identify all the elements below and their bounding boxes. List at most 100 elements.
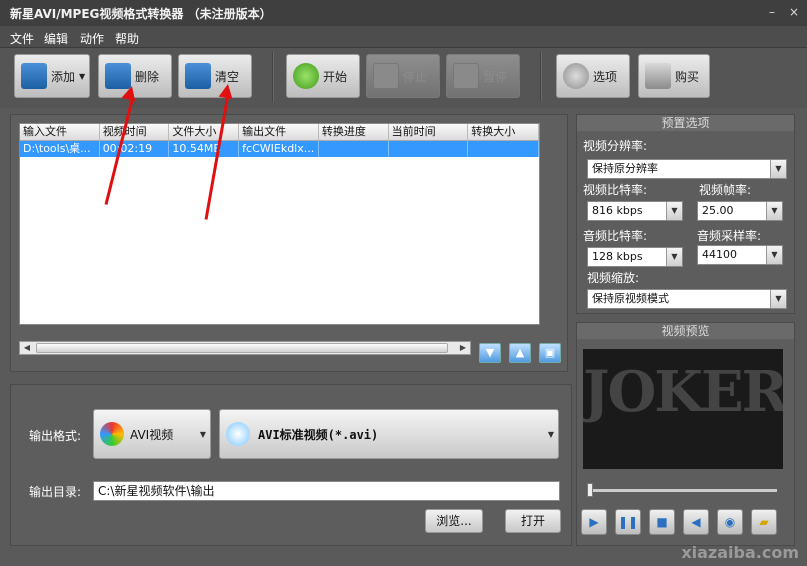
column-header[interactable]: 转换进度 bbox=[319, 124, 389, 140]
cell-video-time: 00:02:19 bbox=[100, 141, 170, 157]
chevron-down-icon: ▼ bbox=[770, 290, 786, 308]
cell-input-file: D:\tools\桌... bbox=[20, 141, 100, 157]
video-bitrate-select[interactable]: 816 kbps ▼ bbox=[587, 201, 683, 221]
resolution-select[interactable]: 保持原分辨率 ▼ bbox=[587, 159, 787, 179]
film-add-icon bbox=[21, 63, 47, 89]
volume-button[interactable]: ◀ bbox=[683, 509, 709, 535]
video-bitrate-label: 视频比特率: bbox=[583, 183, 648, 197]
samplerate-label: 音频采样率: bbox=[697, 229, 762, 243]
framerate-value: 25.00 bbox=[702, 204, 734, 217]
annotation-arrowhead bbox=[218, 82, 235, 100]
column-header[interactable]: 文件大小 bbox=[169, 124, 240, 140]
start-button[interactable]: 开始 bbox=[286, 54, 360, 98]
stop-button[interactable]: 停止 bbox=[366, 54, 440, 98]
buy-button[interactable]: 购买 bbox=[638, 54, 710, 98]
clear-label: 清空 bbox=[215, 69, 240, 84]
scale-select[interactable]: 保持原视频模式 ▼ bbox=[587, 289, 787, 309]
move-down-button[interactable]: ▼ bbox=[479, 343, 501, 363]
table-row[interactable]: D:\tools\桌... 00:02:19 10.54MB fcCWIEkdl… bbox=[20, 141, 539, 157]
framerate-select[interactable]: 25.00 ▼ bbox=[697, 201, 783, 221]
format-value: AVI视频 bbox=[130, 427, 174, 442]
menu-edit[interactable]: 编辑 bbox=[44, 30, 68, 47]
open-folder-button[interactable]: ▰ bbox=[751, 509, 777, 535]
pause-icon bbox=[453, 63, 479, 89]
scroll-left-icon[interactable]: ◀ bbox=[20, 342, 34, 354]
samplerate-value: 44100 bbox=[702, 248, 737, 261]
column-header[interactable]: 转换大小 bbox=[468, 124, 539, 140]
arrow-down-icon: ▼ bbox=[485, 346, 495, 359]
chevron-down-icon: ▼ bbox=[766, 246, 782, 264]
profile-icon bbox=[226, 422, 250, 446]
preset-title: 预置选项 bbox=[577, 115, 794, 131]
profile-select[interactable]: AVI标准视频(*.avi) ▼ bbox=[219, 409, 559, 459]
output-panel: 输出格式: AVI视频 ▼ AVI标准视频(*.avi) ▼ 输出目录: C:\… bbox=[10, 384, 572, 546]
seek-knob[interactable] bbox=[587, 483, 593, 497]
pause-icon: ❚❚ bbox=[617, 515, 639, 529]
add-button[interactable]: 添加 ▼ bbox=[14, 54, 90, 98]
pause-preview-button[interactable]: ❚❚ bbox=[615, 509, 641, 535]
clipboard-icon: ▣ bbox=[544, 346, 556, 359]
stop-preview-button[interactable]: ■ bbox=[649, 509, 675, 535]
minimize-button[interactable]: – bbox=[764, 4, 780, 20]
options-button[interactable]: 选项 bbox=[556, 54, 630, 98]
close-button[interactable]: × bbox=[786, 4, 802, 20]
play-button[interactable]: ▶ bbox=[581, 509, 607, 535]
toolbar-separator bbox=[272, 52, 274, 102]
horizontal-scrollbar[interactable]: ◀ ▶ bbox=[19, 341, 471, 355]
browse-button[interactable]: 浏览... bbox=[425, 509, 483, 533]
chevron-down-icon: ▼ bbox=[547, 430, 554, 439]
snapshot-button[interactable]: ◉ bbox=[717, 509, 743, 535]
file-table[interactable]: 输入文件 视频时间 文件大小 输出文件 转换进度 当前时间 转换大小 D:\to… bbox=[19, 123, 540, 325]
folder-icon: ▰ bbox=[759, 515, 769, 529]
pause-label: 暂停 bbox=[483, 69, 508, 84]
options-label: 选项 bbox=[593, 69, 618, 84]
cell-current-time bbox=[389, 141, 469, 157]
add-label: 添加 bbox=[51, 69, 76, 84]
stop-icon bbox=[373, 63, 399, 89]
column-header[interactable]: 输出文件 bbox=[239, 124, 319, 140]
clear-button[interactable]: 清空 bbox=[178, 54, 252, 98]
format-select[interactable]: AVI视频 ▼ bbox=[93, 409, 211, 459]
pause-button[interactable]: 暂停 bbox=[446, 54, 520, 98]
paste-button[interactable]: ▣ bbox=[539, 343, 561, 363]
cart-icon bbox=[645, 63, 671, 89]
title-bar: 新星AVI/MPEG视频格式转换器 （未注册版本） – × bbox=[0, 0, 807, 26]
preview-title: 视频预览 bbox=[577, 323, 794, 339]
audio-bitrate-select[interactable]: 128 kbps ▼ bbox=[587, 247, 683, 267]
menu-file[interactable]: 文件 bbox=[10, 30, 34, 47]
chevron-down-icon: ▼ bbox=[199, 430, 206, 439]
chevron-down-icon: ▼ bbox=[666, 248, 682, 266]
menu-action[interactable]: 动作 bbox=[80, 30, 104, 47]
poster-text: JOKER bbox=[583, 359, 783, 425]
chevron-down-icon: ▼ bbox=[770, 160, 786, 178]
scroll-thumb[interactable] bbox=[36, 343, 448, 353]
resolution-label: 视频分辨率: bbox=[583, 139, 648, 153]
cell-progress bbox=[319, 141, 389, 157]
remove-label: 删除 bbox=[135, 69, 160, 84]
scale-label: 视频缩放: bbox=[587, 271, 640, 285]
file-list-panel: 输入文件 视频时间 文件大小 输出文件 转换进度 当前时间 转换大小 D:\to… bbox=[10, 114, 568, 372]
cell-file-size: 10.54MB bbox=[169, 141, 240, 157]
profile-value: AVI标准视频(*.avi) bbox=[258, 427, 379, 442]
cell-converted-size bbox=[468, 141, 539, 157]
table-header: 输入文件 视频时间 文件大小 输出文件 转换进度 当前时间 转换大小 bbox=[20, 124, 539, 141]
cell-output-file: fcCWIEkdlx... bbox=[239, 141, 319, 157]
column-header[interactable]: 视频时间 bbox=[100, 124, 170, 140]
audio-bitrate-value: 128 kbps bbox=[592, 250, 643, 263]
column-header[interactable]: 输入文件 bbox=[20, 124, 100, 140]
framerate-label: 视频帧率: bbox=[699, 183, 752, 197]
output-dir-field[interactable]: C:\新星视频软件\输出 bbox=[93, 481, 560, 501]
move-up-button[interactable]: ▲ bbox=[509, 343, 531, 363]
preset-panel: 预置选项 视频分辨率: 保持原分辨率 ▼ 视频比特率: 视频帧率: 816 kb… bbox=[576, 114, 795, 314]
menu-help[interactable]: 帮助 bbox=[115, 30, 139, 47]
output-dir-label: 输出目录: bbox=[29, 485, 82, 499]
refresh-icon bbox=[293, 63, 319, 89]
open-button[interactable]: 打开 bbox=[505, 509, 561, 533]
watermark: xiazaiba.com bbox=[681, 543, 799, 562]
preview-panel: 视频预览 JOKER ▶ ❚❚ ■ ◀ ◉ ▰ bbox=[576, 322, 795, 546]
samplerate-select[interactable]: 44100 ▼ bbox=[697, 245, 783, 265]
seek-slider[interactable] bbox=[587, 483, 777, 497]
scroll-right-icon[interactable]: ▶ bbox=[456, 342, 470, 354]
column-header[interactable]: 当前时间 bbox=[389, 124, 469, 140]
buy-label: 购买 bbox=[675, 69, 700, 84]
